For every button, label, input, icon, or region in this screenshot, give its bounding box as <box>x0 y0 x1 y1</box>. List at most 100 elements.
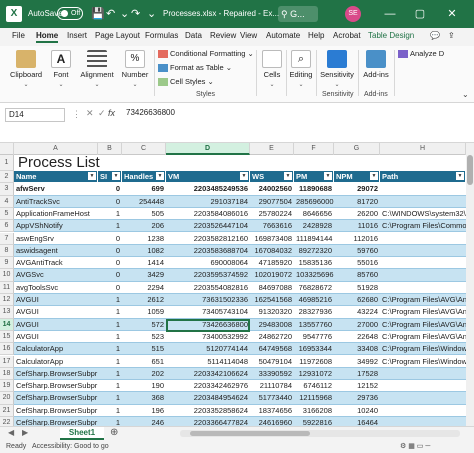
row-header[interactable]: 22 <box>0 417 14 426</box>
cell[interactable]: 2203342106624 <box>166 368 250 380</box>
cell[interactable]: 2203582812160 <box>166 233 250 245</box>
accessibility-status[interactable]: Accessibility: Good to go <box>32 440 109 453</box>
sensitivity-button[interactable]: Sensitivity ⌄ <box>318 50 356 88</box>
cell[interactable]: 24862720 <box>250 331 294 343</box>
row-header[interactable]: 1 <box>0 155 14 171</box>
cell[interactable]: 246 <box>122 417 166 426</box>
cell[interactable]: 699 <box>122 183 166 195</box>
row-header[interactable]: 9 <box>0 257 14 270</box>
row-header[interactable]: 20 <box>0 392 14 405</box>
cell[interactable]: C:\Program Files\WindowsAp <box>380 343 466 355</box>
cell-styles-button[interactable]: Cell Styles ⌄ <box>158 77 214 87</box>
row-header[interactable]: 3 <box>0 183 14 196</box>
cancel-icon[interactable]: ✕ <box>86 108 94 119</box>
cell[interactable]: 505 <box>122 208 166 220</box>
alignment-button[interactable]: Alignment ⌄ <box>78 50 116 88</box>
cell[interactable]: 1059 <box>122 306 166 318</box>
table-header-path[interactable]: Path ▼ <box>380 171 466 182</box>
row-header[interactable]: 16 <box>0 343 14 356</box>
cell[interactable]: 112016 <box>334 233 380 245</box>
row-header[interactable]: 14 <box>0 318 14 331</box>
cell[interactable]: aswidsagent <box>14 245 98 257</box>
cell[interactable]: 1 <box>98 220 122 232</box>
cell[interactable]: 1 <box>98 380 122 392</box>
cell[interactable]: 5120774144 <box>166 343 250 355</box>
cell[interactable]: 81720 <box>334 196 380 208</box>
cell[interactable]: CefSharp.BrowserSubpr <box>14 368 98 380</box>
cell[interactable] <box>380 245 466 257</box>
cell[interactable]: 2612 <box>122 294 166 306</box>
column-header-g[interactable]: G <box>334 143 380 155</box>
close-button[interactable]: ✕ <box>442 5 462 23</box>
cell[interactable]: CalculatorApp <box>14 343 98 355</box>
column-header-f[interactable]: F <box>294 143 334 155</box>
format-as-table-button[interactable]: Format as Table ⌄ <box>158 63 232 73</box>
row-header[interactable]: 21 <box>0 404 14 417</box>
cell[interactable]: CefSharp.BrowserSubpr <box>14 417 98 426</box>
row-header[interactable]: 5 <box>0 207 14 221</box>
cell[interactable]: 196 <box>122 405 166 417</box>
cells-button[interactable]: Cells ⌄ <box>260 50 284 88</box>
cell[interactable]: 515 <box>122 343 166 355</box>
filter-dropdown-icon[interactable]: ▼ <box>456 172 464 180</box>
row-header[interactable]: 7 <box>0 232 14 245</box>
redo-icon[interactable]: ↷ <box>131 7 140 21</box>
cell[interactable]: 162541568 <box>250 294 294 306</box>
cell[interactable] <box>380 405 466 417</box>
column-header-e[interactable]: E <box>250 143 294 155</box>
tab-formulas[interactable]: Formulas <box>145 31 178 40</box>
search-box[interactable]: ⚲ G... <box>278 6 318 22</box>
cell[interactable]: 43224 <box>334 306 380 318</box>
cell[interactable]: 254448 <box>122 196 166 208</box>
cell[interactable]: CefSharp.BrowserSubpr <box>14 392 98 404</box>
cell[interactable] <box>380 269 466 281</box>
cell[interactable]: 25780224 <box>250 208 294 220</box>
row-header[interactable]: 18 <box>0 367 14 381</box>
cell[interactable]: 2203595374592 <box>166 269 250 281</box>
cell[interactable]: 12152 <box>334 380 380 392</box>
user-avatar[interactable]: SE <box>345 6 361 22</box>
undo-icon[interactable]: ↶ <box>106 7 115 21</box>
insert-function-icon[interactable]: fx <box>108 108 115 118</box>
cell[interactable]: 2203352858624 <box>166 405 250 417</box>
cell[interactable]: 11890688 <box>294 183 334 195</box>
cell[interactable]: 206 <box>122 220 166 232</box>
cell[interactable]: AVGUI <box>14 306 98 318</box>
cell[interactable]: 21110784 <box>250 380 294 392</box>
cell[interactable]: 34992 <box>334 356 380 368</box>
table-header-si[interactable]: SI ▼ <box>98 171 122 182</box>
cell[interactable]: C:\WINDOWS\system32\Appli <box>380 208 466 220</box>
cell[interactable]: 12931072 <box>294 368 334 380</box>
cell[interactable]: 64749568 <box>250 343 294 355</box>
cell[interactable]: 9547776 <box>294 331 334 343</box>
cell[interactable]: 1 <box>98 417 122 426</box>
share-icon[interactable]: ⇪ <box>448 31 455 40</box>
cell[interactable]: 1 <box>98 319 122 331</box>
cell[interactable]: 12115968 <box>294 392 334 404</box>
scroll-thumb[interactable] <box>467 155 473 185</box>
cell[interactable]: avgToolsSvc <box>14 282 98 294</box>
sheet-tab[interactable]: Sheet1 <box>60 427 104 440</box>
column-header-a[interactable]: A <box>14 143 98 155</box>
maximize-button[interactable]: ▢ <box>410 5 430 23</box>
cell[interactable]: 169873408 <box>250 233 294 245</box>
cell[interactable]: CalculatorApp <box>14 356 98 368</box>
cell[interactable]: 102019072 <box>250 269 294 281</box>
view-controls[interactable]: ⚙ ▦ ▭ ─ <box>400 440 430 453</box>
scroll-thumb[interactable] <box>190 431 310 436</box>
cell[interactable]: C:\Program Files\AVG\Antivi <box>380 319 466 331</box>
cell[interactable]: 6746112 <box>294 380 334 392</box>
cell[interactable] <box>380 196 466 208</box>
cell[interactable]: 1 <box>98 368 122 380</box>
cell[interactable]: 0 <box>98 196 122 208</box>
cell[interactable]: 1238 <box>122 233 166 245</box>
filter-dropdown-icon[interactable]: ▼ <box>112 172 120 180</box>
row-header[interactable]: 6 <box>0 220 14 233</box>
cell[interactable]: C:\Program Files\WindowsAp <box>380 356 466 368</box>
cell[interactable]: 1 <box>98 356 122 368</box>
cell[interactable]: 76828672 <box>294 282 334 294</box>
cell[interactable]: 51928 <box>334 282 380 294</box>
addins-button[interactable]: Add-ins <box>362 50 390 79</box>
cell[interactable]: 13557760 <box>294 319 334 331</box>
customize-toolbar-icon[interactable]: ⌄ <box>147 7 156 21</box>
